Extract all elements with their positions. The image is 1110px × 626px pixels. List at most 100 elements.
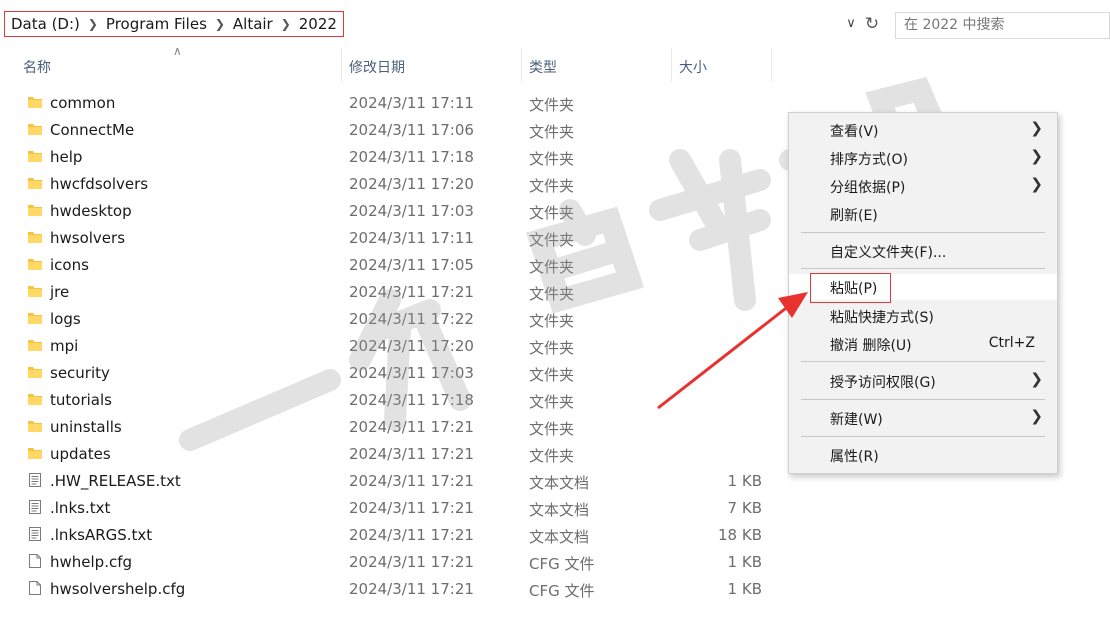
- file-row[interactable]: security 2024/3/11 17:03 文件夹: [0, 360, 780, 387]
- menu-item-label: 新建(W): [830, 412, 883, 428]
- chevron-down-icon[interactable]: ∨: [842, 16, 860, 34]
- file-name: jre: [50, 283, 70, 301]
- file-size: 18 KB: [718, 526, 762, 544]
- paste-highlight-box: [810, 273, 891, 303]
- file-date: 2024/3/11 17:05: [349, 256, 474, 274]
- file-row[interactable]: .lnksARGS.txt 2024/3/11 17:21 文本文档 18 KB: [0, 522, 780, 549]
- file-row[interactable]: mpi 2024/3/11 17:20 文件夹: [0, 333, 780, 360]
- file-row[interactable]: hwcfdsolvers 2024/3/11 17:20 文件夹: [0, 171, 780, 198]
- menu-item-refresh[interactable]: 刷新(E): [789, 201, 1057, 227]
- refresh-icon[interactable]: ↻: [862, 14, 882, 36]
- file-size: 1 KB: [727, 472, 762, 490]
- file-date: 2024/3/11 17:21: [349, 580, 474, 598]
- file-date: 2024/3/11 17:18: [349, 148, 474, 166]
- file-date: 2024/3/11 17:21: [349, 526, 474, 544]
- file-date: 2024/3/11 17:03: [349, 364, 474, 382]
- breadcrumb-2022[interactable]: 2022: [299, 15, 337, 33]
- text-file-icon: [27, 472, 43, 488]
- file-type: 文本文档: [529, 474, 590, 492]
- file-row[interactable]: icons 2024/3/11 17:05 文件夹: [0, 252, 780, 279]
- file-name: logs: [50, 310, 81, 328]
- file-name: hwcfdsolvers: [50, 175, 149, 193]
- file-row[interactable]: hwhelp.cfg 2024/3/11 17:21 CFG 文件 1 KB: [0, 549, 780, 576]
- folder-icon: [27, 418, 43, 434]
- column-date[interactable]: 修改日期: [349, 57, 405, 77]
- column-name[interactable]: 名称: [23, 57, 51, 77]
- breadcrumb-altair[interactable]: Altair: [233, 15, 273, 33]
- file-type: 文件夹: [529, 339, 575, 357]
- file-type: 文件夹: [529, 150, 575, 168]
- file-row[interactable]: logs 2024/3/11 17:22 文件夹: [0, 306, 780, 333]
- menu-separator: [801, 436, 1045, 437]
- folder-icon: [27, 94, 43, 110]
- file-name: uninstalls: [50, 418, 122, 436]
- breadcrumb-program-files[interactable]: Program Files: [106, 15, 207, 33]
- file-date: 2024/3/11 17:18: [349, 391, 474, 409]
- menu-item-paste-shortcut[interactable]: 粘贴快捷方式(S): [789, 303, 1057, 329]
- file-size: 1 KB: [727, 553, 762, 571]
- search-input[interactable]: 在 2022 中搜索: [895, 12, 1110, 39]
- file-row[interactable]: .lnks.txt 2024/3/11 17:21 文本文档 7 KB: [0, 495, 780, 522]
- file-type: CFG 文件: [529, 582, 595, 600]
- address-bar: Data (D:) ❯ Program Files ❯ Altair ❯ 202…: [0, 0, 1110, 48]
- folder-icon: [27, 256, 43, 272]
- column-type[interactable]: 类型: [529, 57, 557, 77]
- file-row[interactable]: hwsolvers 2024/3/11 17:11 文件夹: [0, 225, 780, 252]
- menu-item-undo-delete[interactable]: 撤消 删除(U) Ctrl+Z: [789, 331, 1057, 357]
- file-date: 2024/3/11 17:11: [349, 229, 474, 247]
- folder-icon: [27, 310, 43, 326]
- file-row[interactable]: .HW_RELEASE.txt 2024/3/11 17:21 文本文档 1 KB: [0, 468, 780, 495]
- column-divider[interactable]: [521, 48, 522, 82]
- menu-item-view[interactable]: 查看(V) ❯: [789, 117, 1057, 143]
- file-type: 文件夹: [529, 312, 575, 330]
- chevron-right-icon: ❯: [1030, 175, 1043, 193]
- file-row[interactable]: jre 2024/3/11 17:21 文件夹: [0, 279, 780, 306]
- file-row[interactable]: hwdesktop 2024/3/11 17:03 文件夹: [0, 198, 780, 225]
- file-row[interactable]: updates 2024/3/11 17:21 文件夹: [0, 441, 780, 468]
- menu-item-group-by[interactable]: 分组依据(P) ❯: [789, 173, 1057, 199]
- chevron-right-icon: ❯: [87, 17, 98, 31]
- file-row[interactable]: hwsolvershelp.cfg 2024/3/11 17:21 CFG 文件 1 …: [0, 576, 780, 603]
- file-name: hwdesktop: [50, 202, 132, 220]
- file-row[interactable]: help 2024/3/11 17:18 文件夹: [0, 144, 780, 171]
- menu-item-sort-by[interactable]: 排序方式(O) ❯: [789, 145, 1057, 171]
- menu-separator: [801, 399, 1045, 400]
- menu-item-properties[interactable]: 属性(R): [789, 442, 1057, 468]
- file-date: 2024/3/11 17:22: [349, 310, 474, 328]
- chevron-right-icon: ❯: [280, 17, 291, 31]
- column-size[interactable]: 大小: [679, 57, 707, 77]
- folder-icon: [27, 445, 43, 461]
- menu-item-give-access[interactable]: 授予访问权限(G) ❯: [789, 368, 1057, 394]
- file-type: CFG 文件: [529, 555, 595, 573]
- file-type: 文件夹: [529, 366, 575, 384]
- file-row[interactable]: ConnectMe 2024/3/11 17:06 文件夹: [0, 117, 780, 144]
- file-type: 文件夹: [529, 393, 575, 411]
- file-row[interactable]: uninstalls 2024/3/11 17:21 文件夹: [0, 414, 780, 441]
- menu-item-label: 分组依据(P): [830, 180, 906, 196]
- file-row[interactable]: common 2024/3/11 17:11 文件夹: [0, 90, 780, 117]
- folder-icon: [27, 229, 43, 245]
- file-name: mpi: [50, 337, 79, 355]
- menu-item-customize-folder[interactable]: 自定义文件夹(F)...: [789, 238, 1057, 264]
- folder-icon: [27, 121, 43, 137]
- folder-icon: [27, 148, 43, 164]
- file-name: tutorials: [50, 391, 112, 409]
- file-date: 2024/3/11 17:20: [349, 175, 474, 193]
- file-row[interactable]: tutorials 2024/3/11 17:18 文件夹: [0, 387, 780, 414]
- folder-icon: [27, 364, 43, 380]
- column-divider[interactable]: [671, 48, 672, 82]
- text-file-icon: [27, 526, 43, 542]
- column-divider[interactable]: [771, 48, 772, 82]
- menu-item-new[interactable]: 新建(W) ❯: [789, 405, 1057, 431]
- breadcrumb[interactable]: Data (D:) ❯ Program Files ❯ Altair ❯ 202…: [4, 11, 344, 37]
- breadcrumb-drive[interactable]: Data (D:): [11, 15, 80, 33]
- menu-item-label: 刷新(E): [830, 208, 878, 224]
- file-name: hwsolvershelp.cfg: [50, 580, 186, 598]
- file-name: security: [50, 364, 110, 382]
- folder-icon: [27, 337, 43, 353]
- menu-item-label: 属性(R): [830, 449, 879, 465]
- chevron-right-icon: ❯: [1030, 370, 1043, 388]
- column-divider[interactable]: [341, 48, 342, 82]
- column-header-row: ∧ 名称 修改日期 类型 大小: [0, 44, 1110, 82]
- menu-item-label: 查看(V): [830, 124, 879, 140]
